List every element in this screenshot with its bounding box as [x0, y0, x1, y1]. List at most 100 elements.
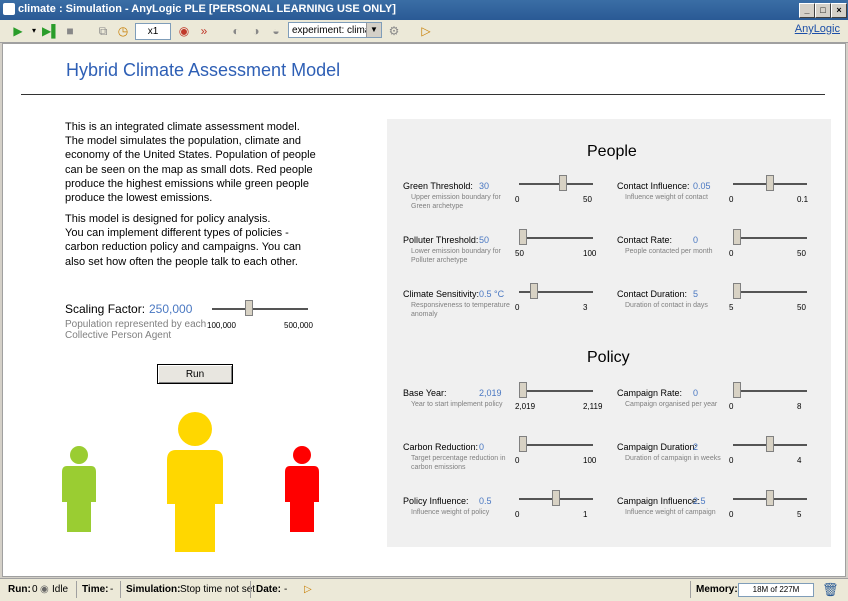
contact-duration-slider[interactable]: [733, 291, 807, 293]
yellow-person-figure: [167, 412, 223, 552]
campaign-rate-slider[interactable]: [733, 390, 807, 392]
step-icon[interactable]: ▶▌: [42, 23, 60, 39]
campaign-influence-description: Influence weight of campaign: [625, 509, 716, 516]
campaign-rate-label: Campaign Rate:: [617, 388, 683, 398]
base-year-description: Year to start implement policy: [411, 401, 503, 408]
minimize-button[interactable]: _: [799, 3, 815, 18]
climate-sensitivity-max: 3: [583, 303, 588, 312]
run-count-value: 0: [32, 584, 38, 595]
policy-influence-slider-thumb[interactable]: [552, 490, 560, 506]
scaling-factor-description: Population represented by each Collectiv…: [65, 319, 207, 341]
carbon-reduction-description: Target percentage reduction in carbon em…: [411, 455, 506, 471]
contact-duration-max: 50: [797, 303, 806, 312]
green-threshold-label: Green Threshold:: [403, 181, 473, 191]
contact-rate-label: Contact Rate:: [617, 235, 673, 245]
campaign-duration-value: 2: [693, 442, 699, 452]
green-threshold-description: Upper emission boundary for Green archet…: [411, 194, 501, 210]
contact-influence-value: 0.05: [693, 181, 711, 191]
contact-influence-slider-thumb[interactable]: [766, 175, 774, 191]
carbon-reduction-slider-thumb[interactable]: [519, 436, 527, 452]
policy-influence-description: Influence weight of policy: [411, 509, 490, 516]
carbon-reduction-slider[interactable]: [519, 444, 593, 446]
policy-influence-label: Policy Influence:: [403, 496, 469, 506]
campaign-influence-slider-thumb[interactable]: [766, 490, 774, 506]
polluter-threshold-slider-thumb[interactable]: [519, 229, 527, 245]
run-state: Idle: [52, 584, 69, 595]
campaign-duration-slider-thumb[interactable]: [766, 436, 774, 452]
policy-influence-min: 0: [515, 510, 520, 519]
scaling-factor-slider[interactable]: [212, 308, 308, 310]
navigate-forward-icon[interactable]: ◑: [248, 23, 264, 39]
experiment-select[interactable]: experiment: climat... ▼: [288, 22, 382, 38]
stop-icon[interactable]: ■: [62, 23, 78, 39]
run-icon[interactable]: ▶: [10, 23, 26, 39]
campaign-rate-description: Campaign organised per year: [625, 401, 718, 408]
carbon-reduction-label: Carbon Reduction:: [403, 442, 479, 452]
run-count-label: Run:: [8, 584, 31, 595]
campaign-influence-value: 2.5: [693, 496, 706, 506]
speed-field[interactable]: x1: [135, 23, 171, 40]
model-time-icon[interactable]: ⧉: [95, 23, 111, 39]
date-value: -: [284, 584, 288, 595]
polluter-threshold-min: 50: [515, 249, 524, 258]
climate-sensitivity-description: Responsiveness to temperature anomaly: [411, 302, 510, 318]
contact-rate-max: 50: [797, 249, 806, 258]
campaign-influence-max: 5: [797, 510, 802, 519]
settings-icon[interactable]: ⚙: [386, 23, 402, 39]
run-menu-chevron-icon[interactable]: ▾: [26, 23, 42, 39]
contact-duration-min: 5: [729, 303, 734, 312]
base-year-min: 2,019: [515, 402, 536, 411]
polluter-threshold-description: Lower emission boundary for Polluter arc…: [411, 248, 501, 264]
contact-duration-value: 5: [693, 289, 699, 299]
policy-influence-max: 1: [583, 510, 588, 519]
chevron-down-icon[interactable]: ▼: [366, 23, 381, 37]
contact-rate-description: People contacted per month: [625, 248, 713, 255]
time-label: Time:: [82, 584, 109, 595]
campaign-influence-label: Campaign Influence:: [617, 496, 700, 506]
view-icon[interactable]: ◒: [268, 23, 284, 39]
policy-section-title: Policy: [587, 349, 630, 366]
campaign-rate-slider-thumb[interactable]: [733, 382, 741, 398]
speed-decrease-icon[interactable]: ◉: [176, 23, 192, 39]
maximize-button[interactable]: □: [815, 3, 831, 18]
carbon-reduction-value: 0: [479, 442, 485, 452]
window-titlebar: climate : Simulation - AnyLogic PLE [PER…: [0, 0, 848, 20]
base-year-value: 2,019: [479, 388, 502, 398]
green-threshold-slider[interactable]: [519, 183, 593, 185]
contact-rate-slider[interactable]: [733, 237, 807, 239]
status-separator: [120, 581, 121, 598]
base-year-slider[interactable]: [519, 390, 593, 392]
climate-sensitivity-label: Climate Sensitivity:: [403, 289, 480, 299]
memory-label: Memory:: [696, 584, 738, 595]
date-label: Date:: [256, 584, 282, 595]
close-button[interactable]: ×: [831, 3, 847, 18]
contact-duration-description: Duration of contact in days: [625, 302, 708, 309]
play-status-icon[interactable]: ▷: [304, 584, 312, 595]
green-threshold-value: 30: [479, 181, 490, 191]
contact-influence-max: 0.1: [797, 195, 809, 204]
play-small-icon[interactable]: ▷: [418, 23, 434, 39]
navigate-icon[interactable]: ◐: [228, 23, 244, 39]
base-year-slider-thumb[interactable]: [519, 382, 527, 398]
climate-sensitivity-slider-thumb[interactable]: [530, 283, 539, 299]
speed-increase-icon[interactable]: »: [196, 23, 212, 39]
green-threshold-slider-thumb[interactable]: [558, 175, 567, 191]
contact-duration-slider-thumb[interactable]: [733, 283, 741, 299]
contact-duration-label: Contact Duration:: [617, 289, 688, 299]
anylogic-link[interactable]: AnyLogic: [795, 23, 840, 35]
people-section-title: People: [587, 143, 637, 160]
scaling-factor-slider-thumb[interactable]: [245, 300, 253, 316]
run-button[interactable]: Run: [157, 364, 233, 384]
contact-influence-label: Contact Influence:: [617, 181, 690, 191]
contact-rate-slider-thumb[interactable]: [733, 229, 741, 245]
red-person-figure: [285, 446, 319, 532]
carbon-reduction-max: 100: [583, 456, 597, 465]
trash-icon[interactable]: 🗑: [822, 582, 839, 598]
scaling-factor-value: 250,000: [149, 302, 193, 316]
campaign-rate-value: 0: [693, 388, 699, 398]
green-threshold-min: 0: [515, 195, 520, 204]
idle-state-icon: ◉: [40, 584, 49, 595]
contact-rate-value: 0: [693, 235, 699, 245]
clock-icon[interactable]: ◷: [115, 23, 131, 39]
polluter-threshold-slider[interactable]: [519, 237, 593, 239]
